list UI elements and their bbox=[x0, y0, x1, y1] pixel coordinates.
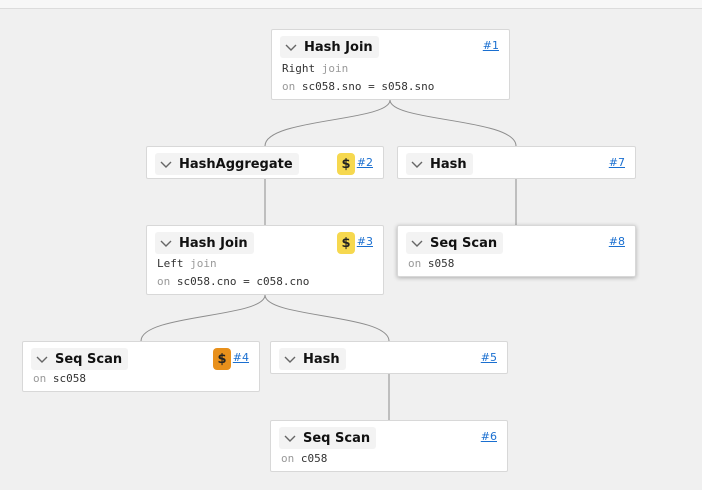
node-link[interactable]: #5 bbox=[481, 351, 497, 364]
node-link[interactable]: #3 bbox=[357, 235, 373, 248]
node-title: Hash bbox=[430, 156, 467, 172]
chevron-down-icon[interactable] bbox=[283, 352, 297, 366]
chevron-down-icon[interactable] bbox=[283, 431, 297, 445]
edge-1-2 bbox=[264, 99, 391, 147]
node-detail: Right join bbox=[282, 62, 348, 75]
node-title: Seq Scan bbox=[55, 351, 123, 367]
node-title: Hash Join bbox=[304, 39, 373, 55]
join-type: Right bbox=[282, 62, 316, 75]
join-keyword: join bbox=[321, 62, 349, 75]
chevron-down-icon[interactable] bbox=[410, 157, 424, 171]
cost-dollar-icon: $ bbox=[337, 232, 355, 254]
relation-name: c058 bbox=[300, 452, 328, 465]
node-header[interactable]: Hash bbox=[279, 348, 346, 370]
plan-node-2-hash-aggregate[interactable]: HashAggregate $ #2 bbox=[146, 146, 384, 179]
node-header[interactable]: Seq Scan bbox=[279, 427, 377, 449]
node-detail: Left join bbox=[157, 257, 217, 270]
plan-node-5-hash[interactable]: Hash #5 bbox=[270, 341, 508, 374]
plan-node-7-hash[interactable]: Hash #7 bbox=[397, 146, 636, 179]
node-link[interactable]: #4 bbox=[233, 351, 249, 364]
plan-node-6-seq-scan[interactable]: Seq Scan #6 on c058 bbox=[270, 420, 508, 472]
node-header[interactable]: Hash bbox=[406, 153, 473, 175]
on-keyword: on bbox=[282, 80, 296, 93]
join-condition: sc058.cno = c058.cno bbox=[176, 275, 310, 288]
plan-node-1-hash-join[interactable]: Hash Join #1 Right join on sc058.sno = s… bbox=[271, 29, 510, 100]
plan-node-4-seq-scan[interactable]: Seq Scan $ #4 on sc058 bbox=[22, 341, 260, 392]
chevron-down-icon[interactable] bbox=[159, 236, 173, 250]
join-type: Left bbox=[157, 257, 184, 270]
on-keyword: on bbox=[408, 257, 422, 270]
relation-name: sc058 bbox=[52, 372, 86, 385]
node-header[interactable]: Hash Join bbox=[155, 232, 254, 254]
node-title: Seq Scan bbox=[303, 430, 371, 446]
node-header[interactable]: Hash Join bbox=[280, 36, 379, 58]
plan-node-3-hash-join[interactable]: Hash Join $ #3 Left join on sc058.cno = … bbox=[146, 225, 384, 295]
node-condition: on c058 bbox=[281, 452, 327, 465]
node-header[interactable]: Seq Scan bbox=[406, 232, 504, 254]
cost-dollar-icon: $ bbox=[213, 348, 231, 370]
edge-3-4 bbox=[140, 294, 266, 342]
edge-3-5 bbox=[264, 294, 390, 342]
on-keyword: on bbox=[157, 275, 171, 288]
relation-name: s058 bbox=[427, 257, 455, 270]
chevron-down-icon[interactable] bbox=[159, 157, 173, 171]
node-title: Hash bbox=[303, 351, 340, 367]
node-condition: on sc058 bbox=[33, 372, 86, 385]
node-condition: on sc058.cno = c058.cno bbox=[157, 275, 309, 288]
node-header[interactable]: Seq Scan bbox=[31, 348, 129, 370]
node-link[interactable]: #2 bbox=[357, 156, 373, 169]
node-link[interactable]: #6 bbox=[481, 430, 497, 443]
edge-1-7 bbox=[389, 99, 517, 147]
node-link[interactable]: #1 bbox=[483, 39, 499, 52]
on-keyword: on bbox=[33, 372, 47, 385]
node-title: Seq Scan bbox=[430, 235, 498, 251]
node-title: Hash Join bbox=[179, 235, 248, 251]
on-keyword: on bbox=[281, 452, 295, 465]
join-keyword: join bbox=[190, 257, 217, 270]
join-condition: sc058.sno = s058.sno bbox=[301, 80, 435, 93]
chevron-down-icon[interactable] bbox=[35, 352, 49, 366]
node-condition: on sc058.sno = s058.sno bbox=[282, 80, 434, 93]
chevron-down-icon[interactable] bbox=[410, 236, 424, 250]
node-header[interactable]: HashAggregate bbox=[155, 153, 299, 175]
cost-dollar-icon: $ bbox=[337, 153, 355, 175]
node-title: HashAggregate bbox=[179, 156, 293, 172]
node-link[interactable]: #8 bbox=[609, 235, 625, 248]
node-link[interactable]: #7 bbox=[609, 156, 625, 169]
chevron-down-icon[interactable] bbox=[284, 40, 298, 54]
plan-node-8-seq-scan[interactable]: Seq Scan #8 on s058 bbox=[397, 225, 636, 277]
node-condition: on s058 bbox=[408, 257, 454, 270]
